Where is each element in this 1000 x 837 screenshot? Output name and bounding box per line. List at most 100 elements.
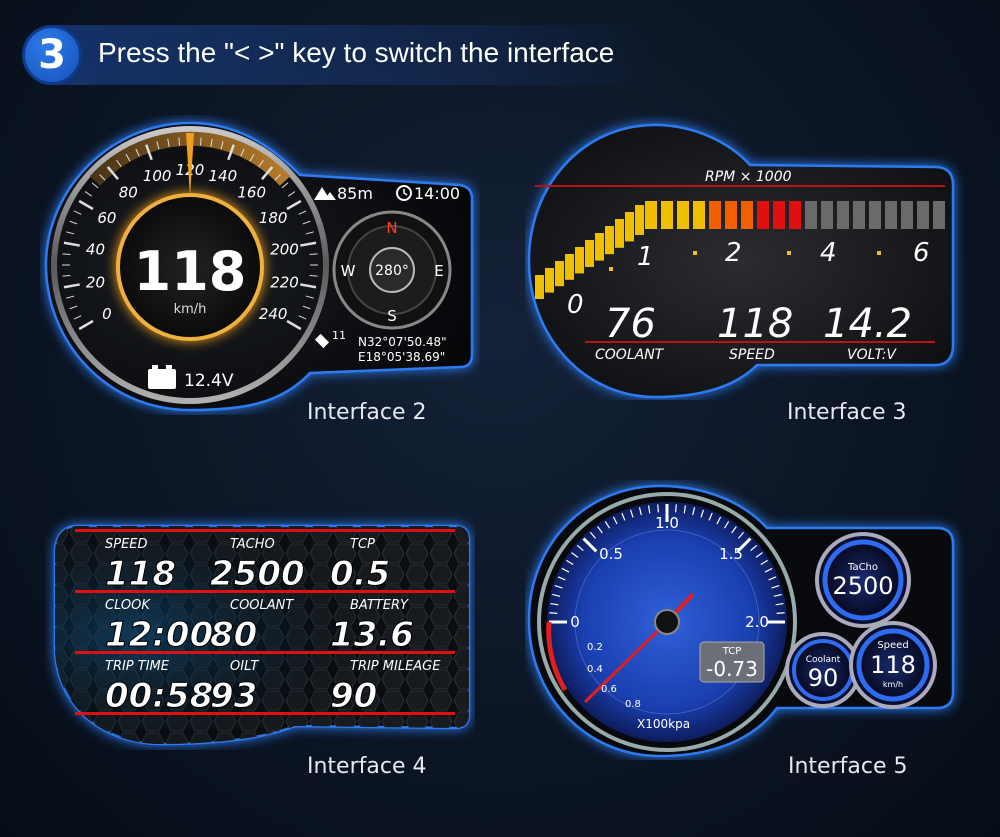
rpm-label: RPM × 1000 [705, 169, 792, 185]
dial-label: 40 [86, 240, 105, 258]
rpm-bar [635, 205, 644, 235]
cell-value: 00:58 [105, 676, 213, 716]
dial-label: 160 [237, 183, 266, 201]
minor-label-0-2: 0.2 [587, 642, 603, 653]
instruction-text: Press the "< >" key to switch the interf… [98, 37, 615, 68]
interface-5-screen: 1.0 0.5 1.5 0 2.0 0.2 0.4 0.6 0.8 X100kp… [527, 484, 955, 758]
cell-label: BATTERY [350, 598, 409, 613]
rpm-bar [625, 212, 634, 242]
cell-value: 12:00 [105, 615, 213, 655]
caption-interface-5: Interface 5 [788, 754, 908, 779]
speed-value: 118 [134, 240, 247, 303]
cell-label: CLOOK [105, 598, 151, 613]
coolant-value: 76 [605, 301, 656, 347]
minor-label-0-6: 0.6 [601, 684, 617, 695]
volt-value: 14.2 [823, 301, 912, 347]
dial-label: 180 [259, 209, 288, 227]
dial-label: 100 [143, 167, 172, 185]
cell-value: 118 [105, 554, 176, 594]
compass-heading: 280° [375, 263, 409, 279]
compass-s: S [387, 307, 397, 325]
dial-tick [178, 137, 181, 146]
rpm-bar [805, 201, 817, 229]
dial-label-2-0: 2.0 [745, 613, 769, 631]
caption-interface-2: Interface 2 [307, 400, 427, 425]
rpm-bar [709, 201, 721, 229]
dial-tick [309, 274, 318, 277]
rpm-bar [885, 201, 897, 229]
rpm-bar [773, 201, 785, 229]
rpm-bar [605, 226, 614, 255]
compass-e: E [434, 262, 443, 280]
dial-label: 200 [270, 240, 299, 258]
rpm-tick-2: 2 [725, 238, 742, 268]
speed-unit: km/h [174, 302, 207, 317]
dial-label-1-0: 1.0 [655, 514, 679, 532]
speed-value: 118 [717, 301, 793, 347]
interface-2-screen: 020406080100120140160180200220240 118 km… [44, 121, 474, 412]
cell-value: 93 [210, 676, 257, 716]
altitude: 85m [337, 184, 373, 203]
compass-n: N [386, 219, 397, 237]
volt-label: VOLT:V [847, 347, 897, 363]
dial-label-1-5: 1.5 [719, 545, 743, 563]
satellite-count: 11 [332, 329, 346, 342]
cell-label: TRIP TIME [105, 659, 170, 674]
rpm-bar [615, 219, 624, 248]
rpm-bar [837, 201, 849, 229]
rpm-bar [555, 261, 564, 287]
rpm-bar [901, 201, 913, 229]
dial-label: 60 [97, 209, 116, 227]
dial-label-0: 0 [570, 613, 580, 631]
dial-label: 80 [119, 183, 138, 201]
dial-label-0-5: 0.5 [599, 545, 623, 563]
rpm-bar [821, 201, 833, 229]
minor-label-0-4: 0.4 [587, 664, 603, 675]
rpm-top-line [535, 185, 945, 187]
speed-label: Speed [877, 640, 908, 651]
cell-label: TCP [350, 537, 375, 552]
rpm-bar [645, 201, 657, 229]
pressure-tick [657, 504, 659, 513]
dial-label: 220 [270, 274, 299, 292]
dial-tick [62, 274, 71, 277]
rpm-bar [677, 201, 689, 229]
rpm-bar [933, 201, 945, 229]
rpm-bar [789, 201, 801, 229]
rpm-bar [757, 201, 769, 229]
compass-w: W [341, 262, 356, 280]
cell-label: TRIP MILEAGE [350, 659, 441, 674]
tacho-value: 2500 [832, 572, 893, 600]
rpm-bar [545, 268, 554, 293]
rpm-bar [595, 233, 604, 261]
step-number-badge: 3 [22, 25, 82, 85]
pressure-tick [675, 504, 677, 513]
rpm-bar [725, 201, 737, 229]
rpm-tick-6: 6 [913, 238, 930, 268]
pressure-tick [776, 612, 785, 614]
dial-label: 240 [259, 305, 288, 323]
interface-3-screen: RPM × 1000 0 1 2 4 6 76 118 14.2 COOLANT… [527, 123, 955, 399]
rpm-bar [693, 201, 705, 229]
rpm-tick-4: 4 [820, 238, 837, 268]
rpm-bar [535, 275, 544, 299]
rpm-tick-1: 1 [637, 242, 654, 272]
interface-4-screen: SPEED 118 TACHO 2500 TCP 0.5 CLOOK 12:00 COOLANT… [53, 524, 471, 746]
step-banner: 3 Press the "< >" key to switch the inte… [22, 25, 662, 85]
cell-value: 80 [210, 615, 257, 655]
clock: 14:00 [414, 184, 460, 203]
speed-unit: km/h [883, 680, 903, 689]
latitude: N32°07'50.48" [358, 335, 447, 349]
longitude: E18°05'38.69" [358, 350, 445, 364]
speed-value: 118 [870, 651, 916, 679]
cell-label: TACHO [230, 537, 275, 552]
dial-label: 20 [86, 274, 105, 292]
caption-interface-3: Interface 3 [787, 400, 907, 425]
rpm-bar [869, 201, 881, 229]
rpm-tick-0: 0 [567, 290, 584, 320]
minor-label-0-8: 0.8 [625, 699, 641, 710]
rpm-bar [575, 247, 584, 274]
rpm-bar [853, 201, 865, 229]
rpm-bar [917, 201, 929, 229]
dial-label: 140 [209, 167, 238, 185]
